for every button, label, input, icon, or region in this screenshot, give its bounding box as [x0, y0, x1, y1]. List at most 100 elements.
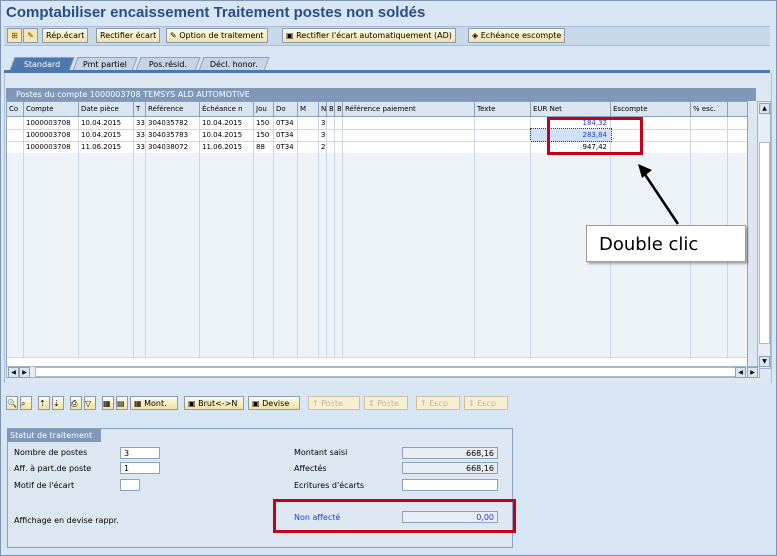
table-cell[interactable] — [200, 321, 254, 333]
table-cell[interactable] — [611, 273, 691, 285]
table-cell[interactable] — [691, 213, 728, 225]
table-cell[interactable] — [200, 237, 254, 249]
table-cell[interactable] — [298, 129, 319, 141]
table-cell[interactable] — [298, 153, 319, 165]
table-cell[interactable] — [475, 309, 531, 321]
table-cell[interactable] — [134, 261, 146, 273]
table-cell[interactable] — [79, 285, 134, 297]
table-cell[interactable] — [7, 129, 24, 141]
table-cell[interactable] — [146, 165, 200, 177]
table-cell[interactable] — [7, 225, 24, 237]
deselect-all-icon[interactable]: ▤ — [116, 396, 128, 410]
sort-desc-icon[interactable]: ⇣ — [52, 396, 64, 410]
table-cell[interactable] — [327, 129, 335, 141]
table-cell[interactable] — [327, 333, 335, 345]
table-cell[interactable] — [531, 165, 611, 177]
table-cell[interactable] — [691, 285, 728, 297]
table-cell[interactable] — [343, 285, 475, 297]
table-cell[interactable] — [298, 261, 319, 273]
table-cell[interactable] — [327, 237, 335, 249]
table-cell[interactable] — [343, 297, 475, 309]
table-cell[interactable] — [79, 153, 134, 165]
table-cell[interactable] — [327, 117, 335, 129]
table-cell[interactable] — [691, 165, 728, 177]
table-cell[interactable] — [335, 249, 343, 261]
table-cell[interactable] — [79, 249, 134, 261]
table-cell[interactable] — [274, 153, 298, 165]
table-cell[interactable] — [335, 345, 343, 357]
column-header[interactable]: M — [298, 102, 319, 116]
table-cell[interactable] — [475, 153, 531, 165]
table-cell[interactable] — [79, 273, 134, 285]
column-header[interactable]: B — [327, 102, 335, 116]
table-cell[interactable] — [691, 345, 728, 357]
table-cell[interactable] — [7, 141, 24, 153]
table-cell[interactable] — [134, 285, 146, 297]
table-cell[interactable] — [79, 321, 134, 333]
table-cell[interactable] — [343, 225, 475, 237]
table-cell[interactable]: 304035782 — [146, 117, 200, 129]
rep-ecart-button[interactable]: Rép.écart — [42, 28, 89, 43]
table-cell[interactable] — [327, 189, 335, 201]
table-cell[interactable] — [298, 177, 319, 189]
table-cell[interactable] — [200, 285, 254, 297]
table-cell[interactable] — [335, 177, 343, 189]
table-cell[interactable] — [691, 321, 728, 333]
table-cell[interactable] — [274, 249, 298, 261]
motif-ecart-field[interactable] — [120, 479, 140, 491]
table-cell[interactable] — [343, 129, 475, 141]
table-cell[interactable] — [254, 285, 274, 297]
scroll-left-icon[interactable]: ◀ — [8, 367, 19, 378]
table-cell[interactable] — [327, 201, 335, 213]
table-cell[interactable] — [298, 141, 319, 153]
horizontal-scroll-thumb[interactable] — [35, 367, 737, 377]
table-cell[interactable] — [327, 177, 335, 189]
table-cell[interactable] — [254, 237, 274, 249]
table-cell[interactable] — [254, 213, 274, 225]
table-cell[interactable] — [319, 273, 327, 285]
table-cell[interactable] — [475, 129, 531, 141]
table-cell[interactable] — [134, 309, 146, 321]
table-cell[interactable] — [146, 153, 200, 165]
table-cell[interactable] — [475, 273, 531, 285]
search-icon[interactable]: 🔍 — [6, 396, 18, 410]
table-cell[interactable] — [327, 285, 335, 297]
table-cell[interactable] — [327, 213, 335, 225]
table-cell[interactable] — [254, 345, 274, 357]
table-cell[interactable] — [24, 153, 79, 165]
table-cell[interactable] — [475, 345, 531, 357]
table-cell[interactable] — [298, 225, 319, 237]
scroll-down-icon[interactable]: ▼ — [759, 356, 770, 367]
rectifier-auto-button[interactable]: ▣ Rectifier l'écart automatiquement (AD) — [282, 28, 456, 43]
table-cell[interactable] — [319, 237, 327, 249]
table-cell[interactable] — [146, 297, 200, 309]
table-cell[interactable] — [254, 309, 274, 321]
table-cell[interactable] — [691, 177, 728, 189]
table-cell[interactable] — [200, 225, 254, 237]
table-cell[interactable] — [319, 225, 327, 237]
table-cell[interactable] — [254, 321, 274, 333]
table-cell[interactable] — [200, 165, 254, 177]
table-cell[interactable] — [611, 297, 691, 309]
table-cell[interactable] — [327, 321, 335, 333]
table-cell[interactable] — [200, 201, 254, 213]
table-cell[interactable] — [298, 213, 319, 225]
table-cell[interactable]: 10.04.2015 — [79, 117, 134, 129]
table-cell[interactable] — [298, 333, 319, 345]
table-cell[interactable] — [7, 201, 24, 213]
table-cell[interactable] — [146, 273, 200, 285]
column-header[interactable]: N — [319, 102, 327, 116]
scroll-left-end-icon[interactable]: ◀ — [735, 367, 746, 378]
table-cell[interactable] — [298, 117, 319, 129]
table-cell[interactable] — [274, 309, 298, 321]
table-cell[interactable] — [79, 309, 134, 321]
table-cell[interactable] — [274, 261, 298, 273]
table-cell[interactable] — [200, 153, 254, 165]
column-header[interactable]: Co — [7, 102, 24, 116]
column-header[interactable]: EUR Net — [531, 102, 611, 116]
option-traitement-button[interactable]: ✎ Option de traitement — [166, 28, 268, 43]
table-cell[interactable]: 10.04.2015 — [79, 129, 134, 141]
table-cell[interactable] — [134, 321, 146, 333]
table-cell[interactable] — [298, 297, 319, 309]
table-row[interactable] — [7, 345, 747, 358]
